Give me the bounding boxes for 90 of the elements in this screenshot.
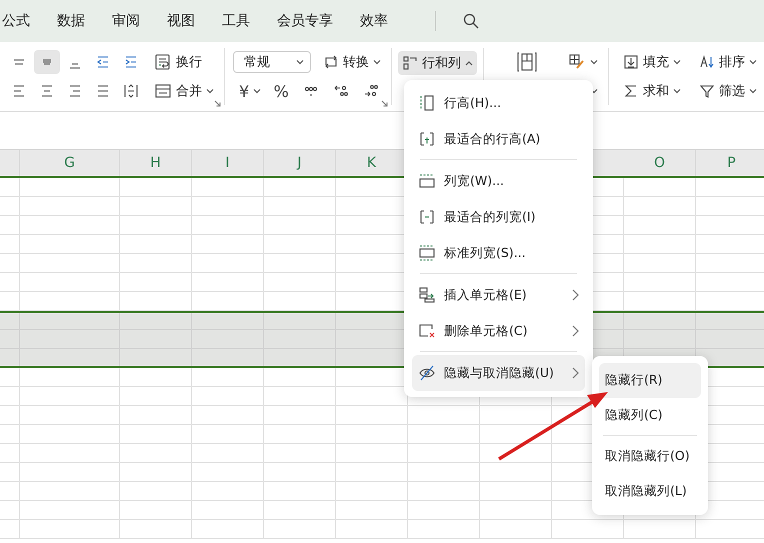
wrap-text-icon [154, 53, 172, 71]
caret-icon [465, 60, 473, 66]
ribbon-tab[interactable]: 视图 [167, 12, 195, 30]
decimal-remove-icon [363, 83, 380, 99]
menu-item-label: 最适合的行高(A) [444, 130, 542, 148]
column-header[interactable]: H [120, 150, 192, 176]
convert-icon [323, 54, 339, 70]
menu-item[interactable]: 列宽(W)... [412, 163, 585, 199]
merge-button[interactable]: 合并 [150, 79, 218, 103]
dialog-launcher-icon[interactable] [381, 100, 388, 107]
caret-icon [296, 59, 304, 65]
ribbon-tab[interactable]: 工具 [222, 12, 250, 30]
freeze-panes-icon[interactable] [516, 51, 538, 73]
cell-style-icon [568, 53, 586, 71]
caret-icon [673, 59, 681, 65]
fill-icon [623, 54, 639, 70]
ribbon-tab[interactable]: 数据 [57, 12, 85, 30]
menu-item[interactable]: 取消隐藏列(L) [599, 474, 701, 509]
menu-item[interactable]: 隐藏列(C) [599, 398, 701, 433]
column-header[interactable]: P [696, 150, 764, 176]
menu-item-label: 插入单元格(E) [444, 286, 528, 304]
chevron-right-icon [571, 367, 579, 379]
merge-cells-icon [154, 82, 172, 100]
column-header[interactable]: I [192, 150, 264, 176]
align-top-icon [14, 59, 24, 65]
menu-item[interactable]: 最适合的列宽(I) [412, 199, 585, 235]
distribute-icon [123, 83, 139, 99]
format-button[interactable]: % [269, 79, 294, 103]
format-button[interactable]: ¥ [237, 79, 264, 103]
align-center-icon [39, 83, 55, 99]
insert-cells-icon [418, 286, 436, 304]
column-header[interactable]: G [20, 150, 120, 176]
menu-item[interactable]: 取消隐藏行(O) [599, 439, 701, 474]
menu-item[interactable]: 最适合的行高(A) [412, 121, 585, 157]
ribbon-tab[interactable]: 效率 [360, 12, 388, 30]
column-width-icon [418, 172, 436, 190]
align-left-icon [11, 83, 27, 99]
search-icon[interactable] [463, 13, 479, 29]
align-right-icon [67, 83, 83, 99]
ribbon-tab[interactable]: 审阅 [112, 12, 140, 30]
menu-item[interactable]: 隐藏与取消隐藏(U) [412, 355, 585, 391]
delete-cells-icon [418, 322, 436, 340]
menu-item-label: 列宽(W)... [444, 172, 506, 190]
menu-item[interactable]: 行高(H)... [412, 85, 585, 121]
chevron-right-icon [571, 325, 579, 337]
ribbon-tab[interactable]: 公式 [2, 12, 30, 30]
fit-column-width-icon [418, 208, 436, 226]
dialog-launcher-icon[interactable] [214, 100, 221, 107]
standard-width-icon [418, 244, 436, 262]
caret-icon [673, 88, 681, 94]
menu-item-label: 最适合的列宽(I) [444, 208, 536, 226]
caret-icon [253, 88, 262, 94]
chevron-right-icon [571, 289, 579, 301]
caret-icon [206, 88, 214, 94]
sum-icon [623, 83, 639, 99]
decimal-add-icon [333, 83, 350, 99]
rows-columns-icon [402, 55, 418, 71]
indent-decrease-icon [95, 54, 111, 70]
menu-item[interactable]: 标准列宽(S)... [412, 235, 585, 271]
fit-row-height-icon [418, 130, 436, 148]
column-header[interactable]: O [624, 150, 696, 176]
indent-increase-icon [123, 54, 139, 70]
convert-button[interactable]: 转换 [319, 50, 385, 74]
hidden-eye-icon [418, 364, 436, 382]
filter-icon [699, 83, 715, 99]
sum-button[interactable]: 求和 [619, 79, 685, 103]
align-middle-button[interactable] [34, 50, 60, 74]
number-format-dropdown[interactable]: 常规 [233, 51, 311, 73]
filter-button[interactable]: 筛选 [695, 79, 761, 103]
caret-icon [373, 59, 381, 65]
wrap-text-button[interactable]: 换行 [150, 50, 206, 74]
sort-button[interactable]: 排序 [695, 50, 761, 74]
menu-item-label: 标准列宽(S)... [444, 244, 527, 262]
align-bottom-icon [70, 63, 80, 69]
menu-item[interactable]: 隐藏行(R) [599, 363, 701, 398]
justify-icon [95, 83, 111, 99]
menu-item[interactable]: 插入单元格(E) [412, 277, 585, 313]
ribbon-tab[interactable]: 会员专享 [277, 12, 333, 30]
rows-columns-button[interactable]: 行和列 [398, 51, 477, 75]
menu-item-label: 删除单元格(C) [444, 322, 528, 340]
row-height-icon [418, 94, 436, 112]
fill-button[interactable]: 填充 [619, 50, 685, 74]
menu-item[interactable]: 删除单元格(C) [412, 313, 585, 349]
menu-item-label: 隐藏与取消隐藏(U) [444, 364, 555, 382]
column-header[interactable]: J [264, 150, 336, 176]
menu-item-label: 行高(H)... [444, 94, 502, 112]
caret-icon [749, 88, 757, 94]
sort-icon [699, 54, 715, 70]
caret-icon [590, 59, 598, 65]
caret-icon [749, 59, 757, 65]
